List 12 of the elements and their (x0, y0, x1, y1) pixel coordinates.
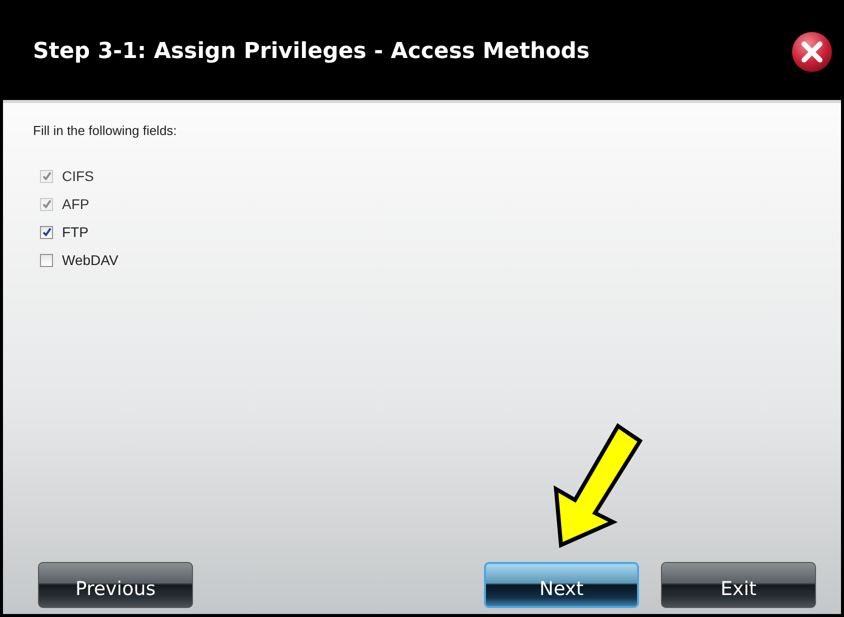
checkbox-label: WebDAV (62, 252, 118, 268)
checkbox-label: FTP (62, 224, 88, 240)
checkbox[interactable] (40, 226, 53, 238)
instruction-text: Fill in the following fields: (33, 123, 178, 138)
dialog-button[interactable]: Next (484, 562, 639, 608)
close-icon[interactable] (791, 30, 833, 72)
dialog-button[interactable]: Exit (661, 562, 816, 608)
dialog-button[interactable]: Previous (38, 562, 193, 608)
checkbox[interactable] (40, 254, 53, 266)
checkbox-label: CIFS (62, 168, 94, 184)
checkbox-label: AFP (62, 196, 90, 212)
window-title: Step 3-1: Assign Privileges - Access Methods (33, 39, 590, 64)
